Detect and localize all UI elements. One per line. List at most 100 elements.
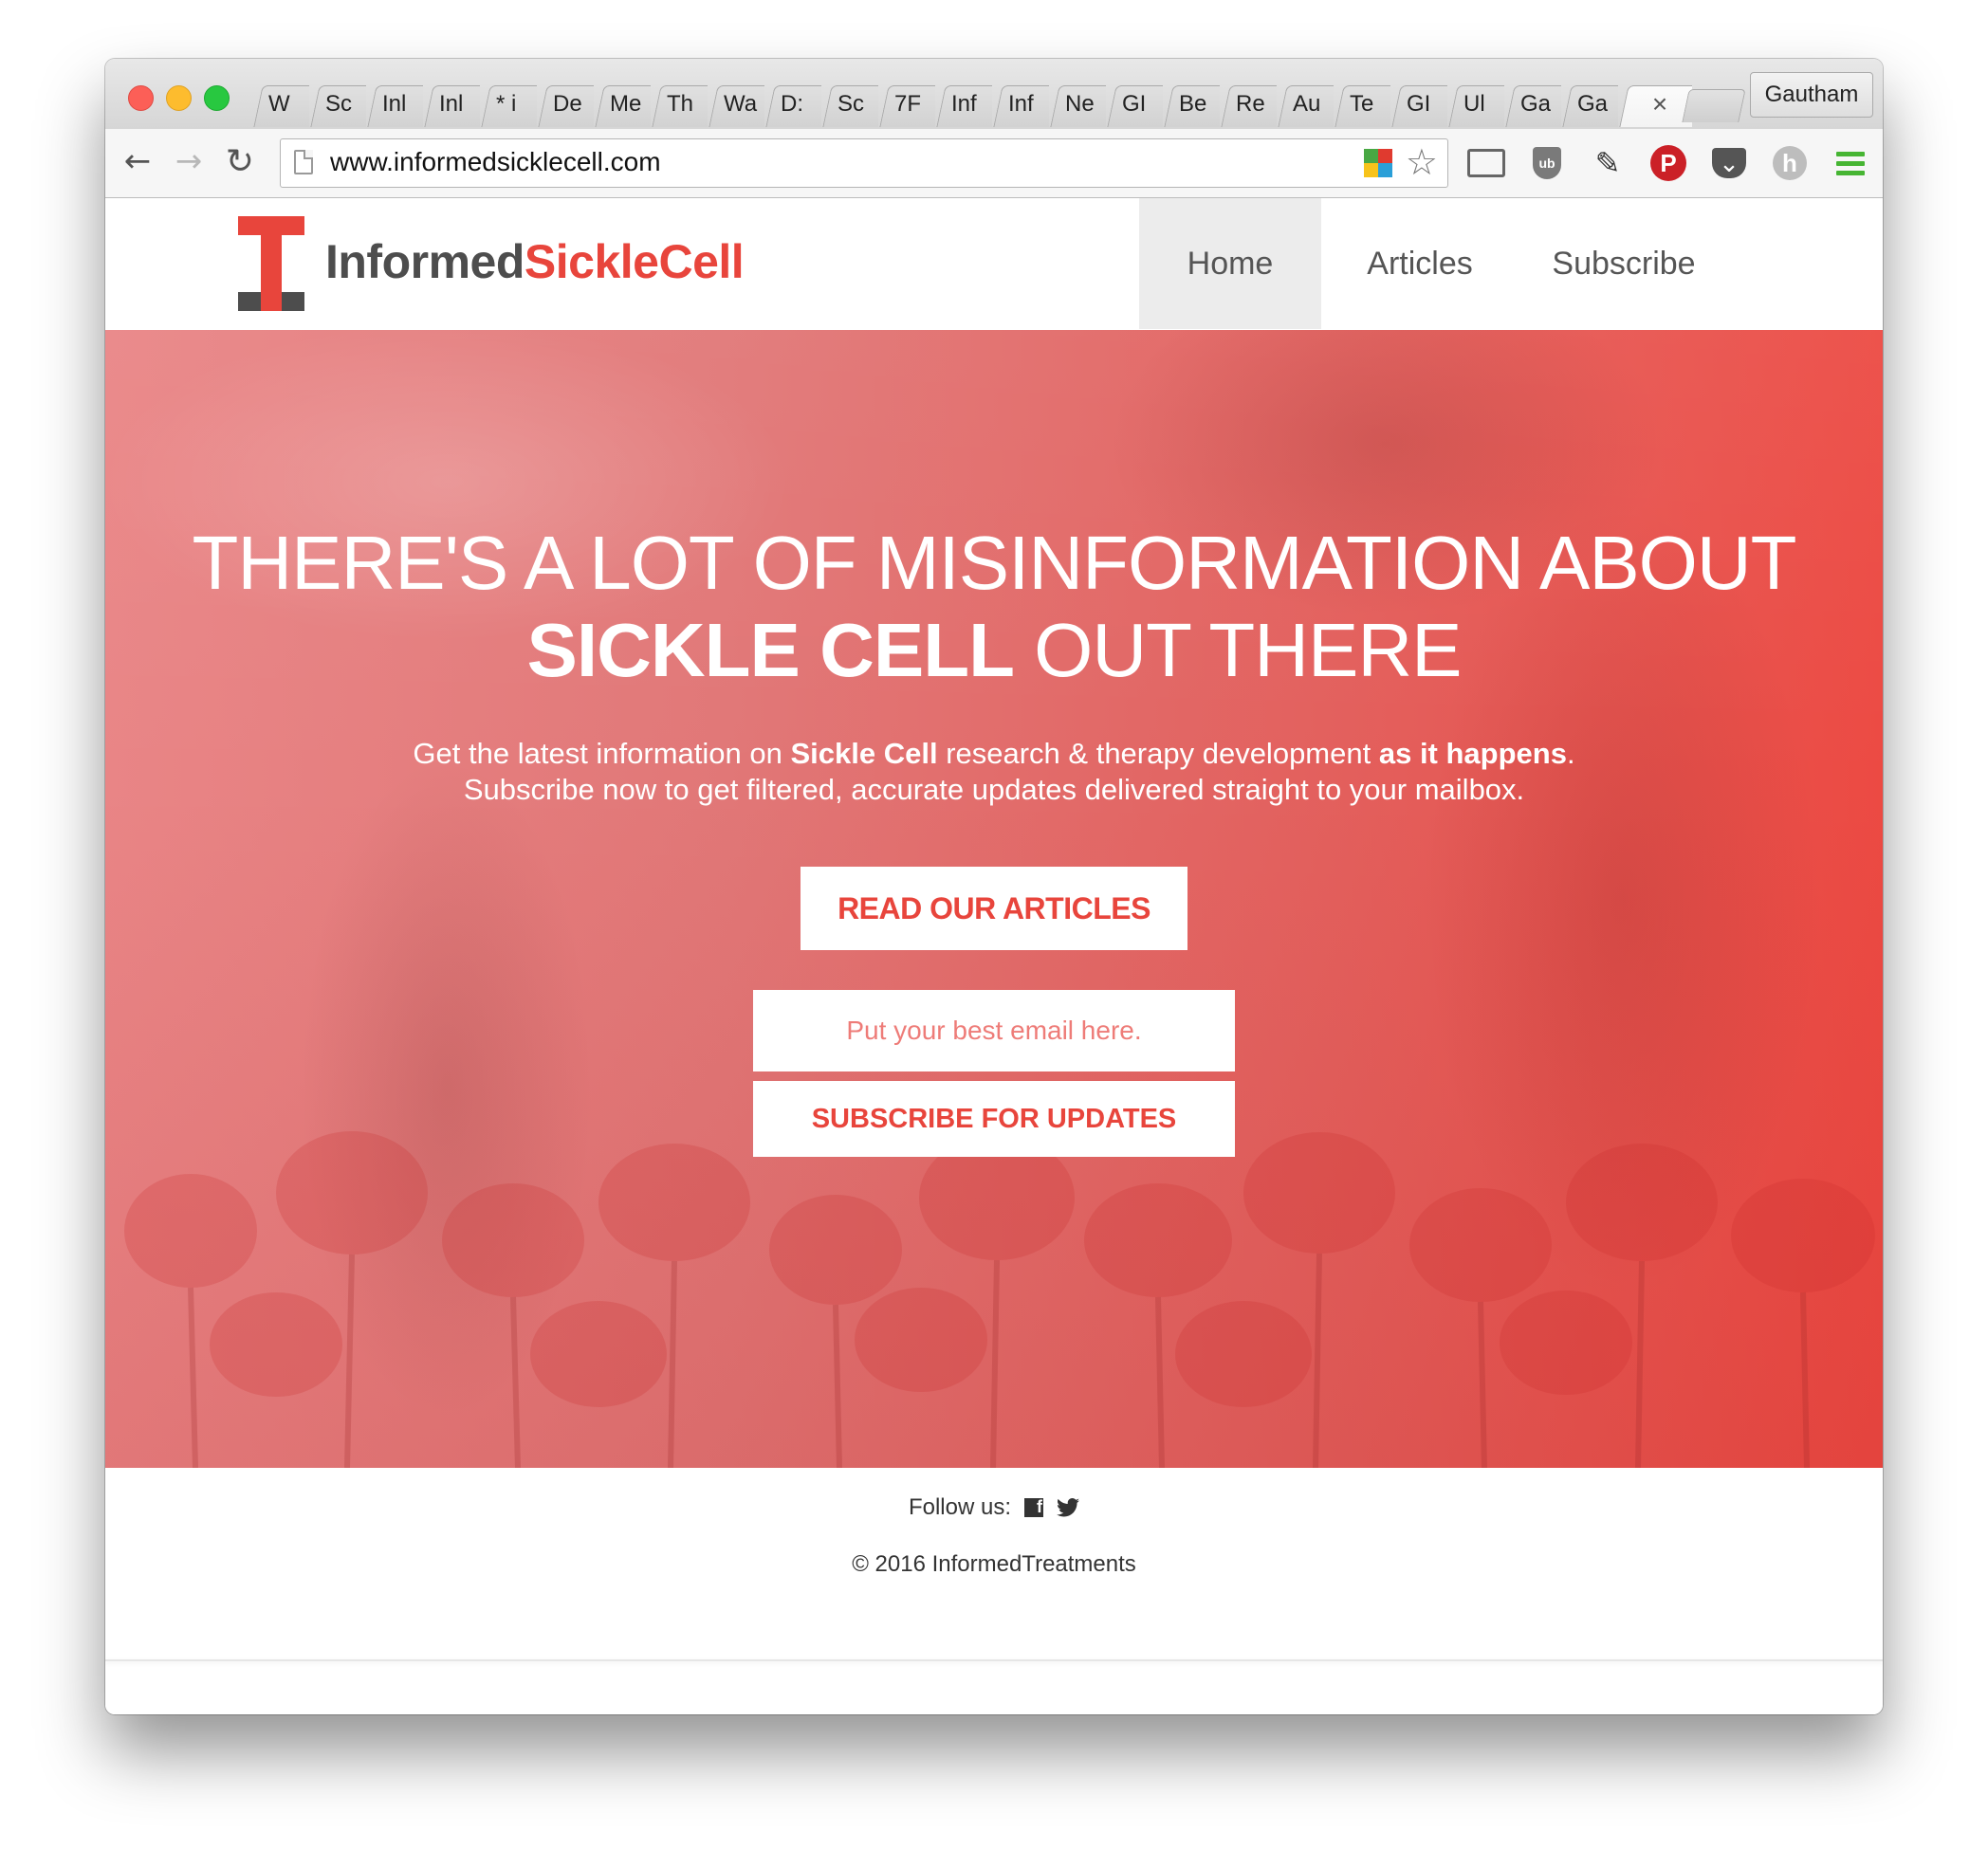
tab-title: Th <box>667 91 694 117</box>
tab-title: Ul <box>1463 91 1485 117</box>
cast-icon[interactable] <box>1467 144 1505 182</box>
nav-articles[interactable]: Articles <box>1321 198 1519 329</box>
browser-tab[interactable]: Inf <box>992 82 1049 127</box>
pocket-icon[interactable] <box>1710 144 1748 182</box>
browser-toolbar: ← → ↻ www.informedsicklecell.com ☆ ✎ <box>105 129 1883 198</box>
hero-headline-line2: SICKLE CELL OUT THERE <box>105 607 1883 694</box>
sub-bold-2: as it happens <box>1378 737 1567 770</box>
hero-headline-rest: OUT THERE <box>1013 608 1462 692</box>
browser-tab[interactable]: W <box>252 82 309 127</box>
browser-tab[interactable]: D: <box>764 82 821 127</box>
hero-subtitle-line1: Get the latest information on Sickle Cel… <box>105 736 1883 772</box>
new-tab-button[interactable] <box>1682 89 1746 122</box>
tab-title: De <box>553 91 582 117</box>
subscribe-button[interactable]: SUBSCRIBE FOR UPDATES <box>753 1081 1235 1157</box>
browser-tab[interactable]: 7F <box>878 82 935 127</box>
browser-tab[interactable]: GI <box>1390 82 1447 127</box>
tab-title: Sc <box>838 91 865 117</box>
tab-title: GI <box>1407 91 1431 117</box>
copyright-text: © 2016 InformedTreatments <box>852 1551 1136 1577</box>
tab-title: Me <box>610 91 642 117</box>
facebook-icon[interactable]: f <box>1024 1497 1044 1517</box>
browser-tab[interactable]: Sc <box>309 82 366 127</box>
browser-tab[interactable]: Ga <box>1504 82 1561 127</box>
address-bar[interactable]: www.informedsicklecell.com ☆ <box>280 138 1448 188</box>
footer-divider <box>105 1659 1883 1661</box>
minimize-window-button[interactable] <box>166 85 192 111</box>
back-arrow-icon[interactable]: ← <box>119 142 156 180</box>
tab-title: Ga <box>1520 91 1552 117</box>
logo-mark-icon[interactable] <box>238 216 304 311</box>
hero-subtitle: Get the latest information on Sickle Cel… <box>105 736 1883 808</box>
twitter-icon[interactable] <box>1057 1498 1080 1517</box>
browser-tab[interactable]: Ul <box>1447 82 1504 127</box>
hero-section: THERE'S A LOT OF MISINFORMATION ABOUT SI… <box>105 330 1883 1468</box>
tab-strip: W Sc Inl Inl * i De Me Th Wa D: Sc 7F Inf Inf Ne GI Be Re… <box>105 59 1883 129</box>
sub-text-3: . <box>1566 737 1575 770</box>
tab-title: Te <box>1350 91 1374 117</box>
read-articles-button[interactable]: READ OUR ARTICLES <box>801 867 1187 950</box>
tab-title: * i <box>496 91 517 117</box>
hero-headline: THERE'S A LOT OF MISINFORMATION ABOUT SI… <box>105 520 1883 694</box>
site-footer: Follow us: f © 2016 InformedTreatments <box>105 1468 1883 1714</box>
browser-tab[interactable]: GI <box>1106 82 1163 127</box>
hero-headline-line1: THERE'S A LOT OF MISINFORMATION ABOUT <box>192 521 1796 605</box>
sub-text-2: research & therapy development <box>937 737 1379 770</box>
tab-title: Inf <box>951 91 977 117</box>
tab-title: GI <box>1122 91 1147 117</box>
page-icon <box>294 150 313 174</box>
site-logo[interactable]: InformedSickleCell <box>325 234 745 289</box>
tab-title: Au <box>1293 91 1321 117</box>
browser-tab[interactable]: Me <box>594 82 651 127</box>
menu-icon[interactable] <box>1832 144 1869 182</box>
email-input[interactable] <box>753 990 1235 1071</box>
ublock-icon[interactable] <box>1528 144 1566 182</box>
url-text[interactable]: www.informedsicklecell.com <box>330 147 661 177</box>
active-tab[interactable]: × <box>1618 82 1692 127</box>
forward-arrow-icon[interactable]: → <box>170 142 208 180</box>
browser-tab[interactable]: Ne <box>1049 82 1106 127</box>
tulips-background-image <box>124 1131 1875 1468</box>
browser-tab[interactable]: Inf <box>935 82 992 127</box>
browser-tab[interactable]: De <box>537 82 594 127</box>
close-window-button[interactable] <box>128 85 154 111</box>
browser-tab[interactable]: Th <box>651 82 708 127</box>
zoom-window-button[interactable] <box>204 85 230 111</box>
follow-us: Follow us: f <box>105 1494 1883 1521</box>
browser-tab[interactable]: * i <box>480 82 537 127</box>
tab-title: Wa <box>724 91 758 117</box>
follow-label: Follow us: <box>908 1494 1012 1520</box>
browser-tab[interactable]: Au <box>1277 82 1334 127</box>
nav-home[interactable]: Home <box>1139 198 1321 329</box>
hypothesis-icon[interactable] <box>1771 144 1809 182</box>
browser-tab[interactable]: Be <box>1163 82 1220 127</box>
avg-icon[interactable] <box>1364 149 1392 177</box>
browser-tab[interactable]: Inl <box>423 82 480 127</box>
tab-title: Ne <box>1065 91 1095 117</box>
browser-tab[interactable]: Te <box>1334 82 1390 127</box>
sub-bold-1: Sickle Cell <box>790 737 938 770</box>
reload-icon[interactable]: ↻ <box>221 142 259 181</box>
browser-tab[interactable]: Sc <box>821 82 878 127</box>
hero-headline-bold: SICKLE CELL <box>526 608 1014 692</box>
tab-title: Sc <box>325 91 353 117</box>
close-tab-icon[interactable]: × <box>1631 89 1679 119</box>
eyedropper-icon[interactable]: ✎ <box>1589 144 1627 182</box>
hero-subtitle-line2: Subscribe now to get filtered, accurate … <box>463 773 1525 806</box>
pinterest-icon[interactable] <box>1649 144 1687 182</box>
tab-title: D: <box>781 91 803 117</box>
bookmark-star-icon[interactable]: ☆ <box>1406 141 1438 184</box>
tab-title: Inl <box>382 91 407 117</box>
browser-tab[interactable]: Ga <box>1561 82 1618 127</box>
tab-title: Inl <box>439 91 464 117</box>
nav-subscribe[interactable]: Subscribe <box>1519 198 1729 329</box>
browser-tab[interactable]: Re <box>1220 82 1277 127</box>
profile-button[interactable]: Gautham <box>1750 72 1873 118</box>
site-header: InformedSickleCell Home Articles Subscri… <box>105 198 1883 329</box>
tab-title: Ga <box>1577 91 1609 117</box>
browser-tab[interactable]: Inl <box>366 82 423 127</box>
browser-window: W Sc Inl Inl * i De Me Th Wa D: Sc 7F Inf Inf Ne GI Be Re… <box>105 59 1883 1714</box>
tab-title: W <box>268 91 290 117</box>
tab-title: 7F <box>894 91 922 117</box>
browser-tab[interactable]: Wa <box>708 82 764 127</box>
